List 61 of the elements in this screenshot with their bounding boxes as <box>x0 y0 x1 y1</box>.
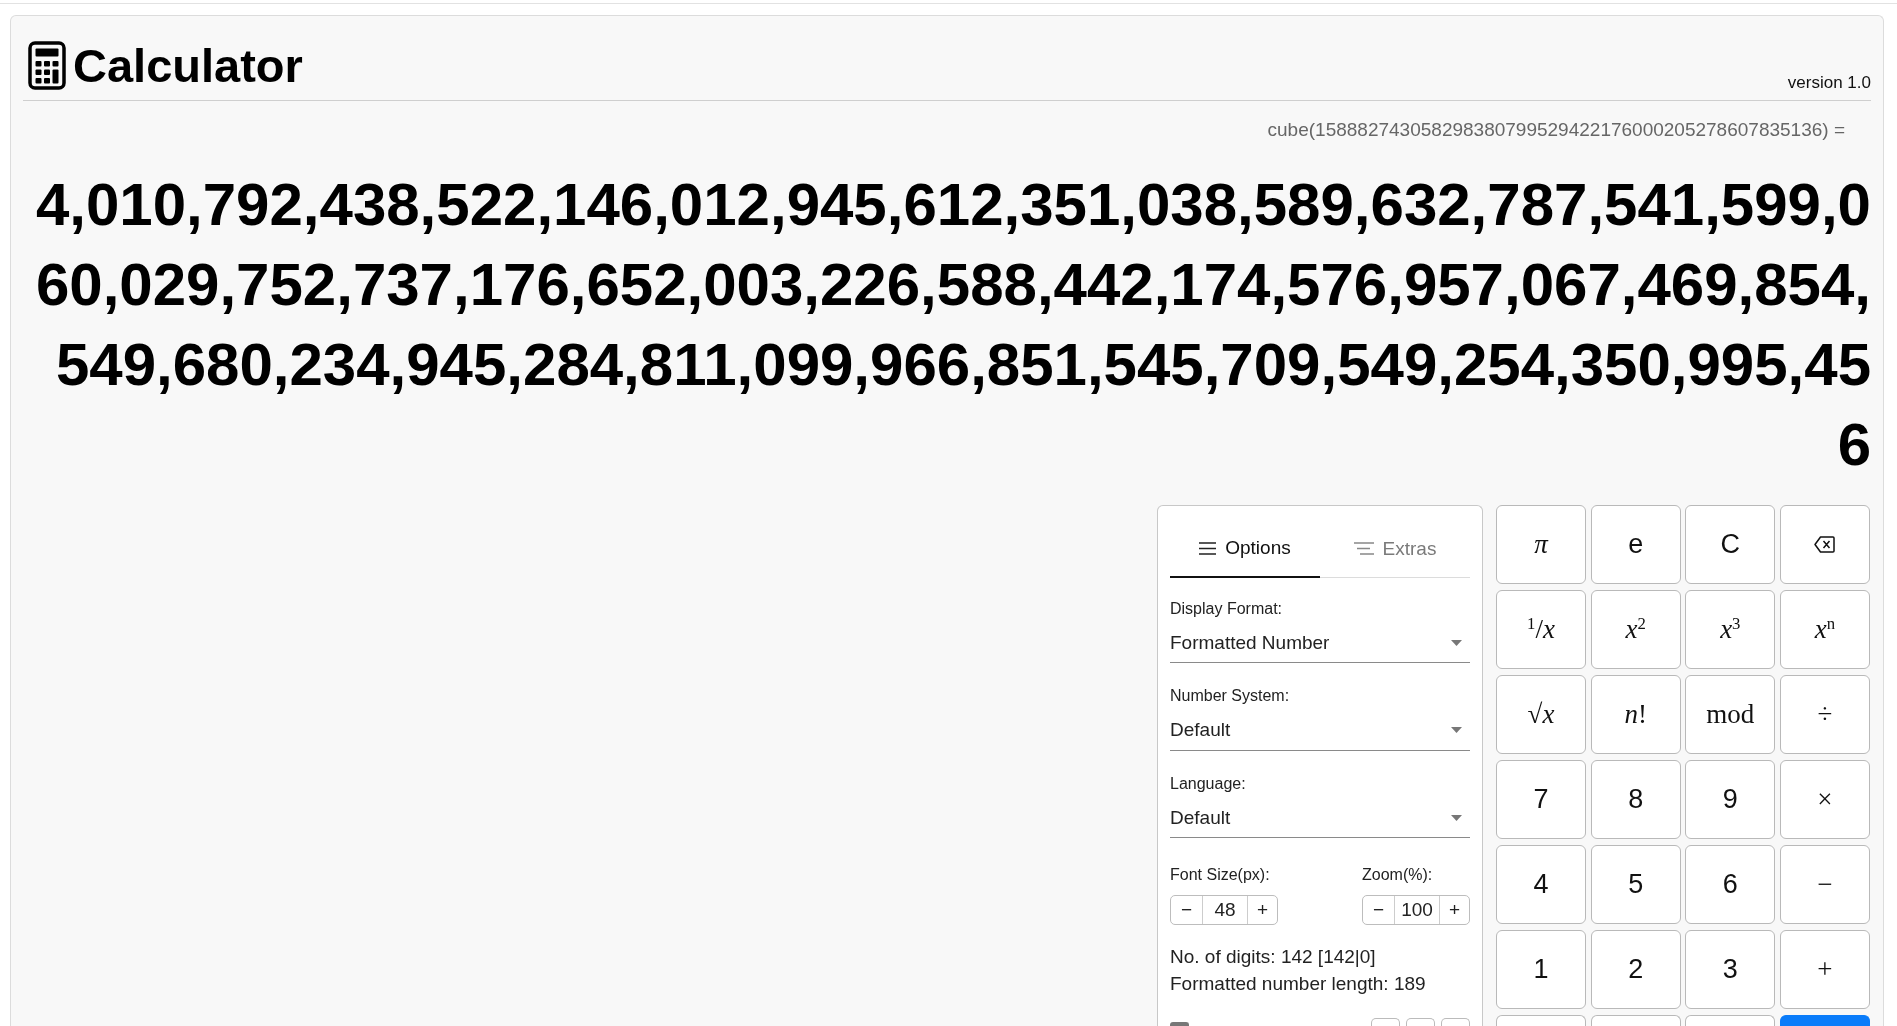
small-button[interactable] <box>1371 1018 1400 1026</box>
key-button[interactable]: n! <box>1590 675 1681 754</box>
key-button[interactable]: mod <box>1685 675 1776 754</box>
number-field[interactable]: 48 <box>1202 896 1248 924</box>
decrement-button[interactable]: − <box>1363 896 1394 924</box>
backspace-button[interactable] <box>1779 505 1870 584</box>
dropdown-field[interactable]: Formatted Number <box>1170 624 1470 664</box>
backspace-icon <box>1814 536 1836 553</box>
panel-tab[interactable]: Extras <box>1320 506 1470 578</box>
key-button[interactable]: 4 <box>1496 845 1586 924</box>
field-label: Display Format: <box>1170 599 1284 619</box>
dropdown-field[interactable]: Default <box>1170 798 1470 838</box>
key-button[interactable]: 5 <box>1590 845 1681 924</box>
key-button[interactable]: π <box>1496 505 1586 584</box>
increment-button[interactable]: + <box>1248 896 1277 924</box>
key-button[interactable]: × <box>1779 760 1870 839</box>
key-button[interactable]: x$^{2}$ <box>1590 590 1681 669</box>
stats-text: No. of digits: 142 [142|0] <box>1170 945 1377 969</box>
field-label: Zoom(%): <box>1362 865 1434 885</box>
expression-text: cube(158882743058298380799529422176000205278607835136) = <box>1267 118 1845 142</box>
key-button[interactable]: x$^{3}$ <box>1685 590 1776 669</box>
increment-button[interactable]: + <box>1440 896 1469 924</box>
decrement-button[interactable]: − <box>1171 896 1202 924</box>
version-label: version 1.0 <box>1787 73 1871 93</box>
key-button[interactable]: + <box>1779 930 1870 1009</box>
field-label: Font Size(px): <box>1170 865 1271 885</box>
field-label: Number System: <box>1170 686 1291 707</box>
key-button[interactable]: x$^{n}$ <box>1779 590 1870 669</box>
dropdown-field[interactable]: Default <box>1170 711 1470 751</box>
key-button[interactable]: C <box>1685 505 1776 584</box>
key-button[interactable]: 8 <box>1590 760 1681 839</box>
key-button[interactable]: √x <box>1496 675 1586 754</box>
stats-text: Formatted number length: 189 <box>1170 972 1427 996</box>
key-button[interactable]: 6 <box>1685 845 1776 924</box>
key-button[interactable]: − <box>1779 845 1870 924</box>
key-button[interactable]: $^{1}$/x <box>1496 590 1586 669</box>
key-button[interactable] <box>1685 1015 1776 1026</box>
small-button[interactable] <box>1441 1018 1470 1026</box>
key-button[interactable]: 3 <box>1685 930 1776 1009</box>
result-number: 4,010,792,438,522,146,012,945,612,351,038,589,632,787,541,599,060,029,752,737,176,652,003,226,588,442,174,576,957,067,469,854,549,680,234,945,284,811,099,966,851,545,709,549,254,350,995,456 <box>34 170 1871 480</box>
panel-tab[interactable]: Options <box>1170 506 1320 578</box>
app-title: Calculator <box>73 38 303 93</box>
key-button[interactable]: 1 <box>1496 930 1586 1009</box>
primary-key-button[interactable] <box>1779 1015 1870 1026</box>
calculator-icon <box>28 41 66 90</box>
field-label: Language: <box>1170 773 1247 794</box>
number-field[interactable]: 100 <box>1394 896 1440 924</box>
key-button[interactable] <box>1496 1015 1586 1026</box>
checkbox[interactable] <box>1170 1022 1189 1026</box>
caret-icon <box>1451 814 1462 821</box>
small-button[interactable] <box>1406 1018 1435 1026</box>
key-button[interactable] <box>1590 1015 1681 1026</box>
key-button[interactable]: 9 <box>1685 760 1776 839</box>
caret-icon <box>1451 640 1462 647</box>
key-button[interactable]: e <box>1590 505 1681 584</box>
caret-icon <box>1451 727 1462 734</box>
key-button[interactable]: 7 <box>1496 760 1586 839</box>
key-button[interactable]: 2 <box>1590 930 1681 1009</box>
menu-icon <box>1199 541 1217 555</box>
lines-icon <box>1353 542 1374 555</box>
key-button[interactable]: ÷ <box>1779 675 1870 754</box>
